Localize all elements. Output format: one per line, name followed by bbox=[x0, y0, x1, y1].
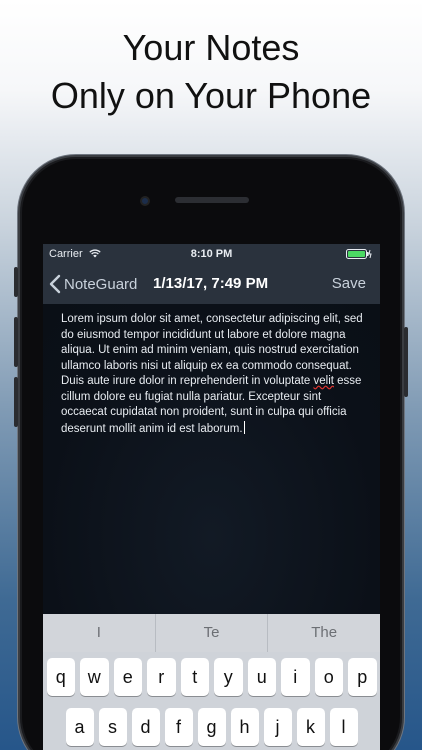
volume-up-button bbox=[14, 317, 18, 367]
earpiece-speaker bbox=[175, 197, 249, 203]
predictive-bar: I Te The bbox=[43, 614, 380, 652]
mute-switch bbox=[14, 267, 18, 297]
chevron-left-icon bbox=[49, 274, 61, 294]
power-button bbox=[404, 327, 408, 397]
key-r[interactable]: r bbox=[147, 658, 176, 696]
note-date-title: 1/13/17, 7:49 PM bbox=[153, 275, 269, 292]
keyboard: I Te The q w e r t y u i o p a s d f g h… bbox=[43, 614, 380, 750]
key-l[interactable]: l bbox=[329, 708, 358, 746]
key-d[interactable]: d bbox=[131, 708, 160, 746]
key-t[interactable]: t bbox=[180, 658, 209, 696]
key-k[interactable]: k bbox=[296, 708, 325, 746]
save-button[interactable]: Save bbox=[332, 275, 366, 292]
suggestion-2[interactable]: Te bbox=[156, 614, 269, 652]
key-e[interactable]: e bbox=[113, 658, 142, 696]
key-j[interactable]: j bbox=[263, 708, 292, 746]
navigation-bar: NoteGuard 1/13/17, 7:49 PM Save bbox=[43, 264, 380, 304]
status-bar: Carrier 8:10 PM bbox=[43, 244, 380, 264]
suggestion-1[interactable]: I bbox=[43, 614, 156, 652]
key-q[interactable]: q bbox=[46, 658, 75, 696]
misspelled-word[interactable]: velit bbox=[314, 375, 334, 387]
back-button-label: NoteGuard bbox=[64, 275, 138, 293]
key-u[interactable]: u bbox=[247, 658, 276, 696]
note-editor[interactable]: Lorem ipsum dolor sit amet, consectetur … bbox=[43, 304, 380, 614]
key-y[interactable]: y bbox=[214, 658, 243, 696]
headline-line-2: Only on Your Phone bbox=[50, 75, 372, 116]
text-cursor bbox=[243, 420, 245, 434]
key-o[interactable]: o bbox=[314, 658, 343, 696]
key-row-1: q w e r t y u i o p bbox=[43, 658, 380, 696]
key-h[interactable]: h bbox=[230, 708, 259, 746]
key-s[interactable]: s bbox=[98, 708, 127, 746]
key-row-2: a s d f g h j k l bbox=[43, 708, 380, 746]
key-f[interactable]: f bbox=[164, 708, 193, 746]
front-camera bbox=[140, 196, 150, 206]
back-button[interactable]: NoteGuard bbox=[49, 273, 137, 295]
status-time: 8:10 PM bbox=[190, 248, 233, 260]
battery-icon bbox=[346, 249, 372, 259]
headline-line-1: Your Notes bbox=[122, 27, 300, 68]
volume-down-button bbox=[14, 377, 18, 427]
key-i[interactable]: i bbox=[281, 658, 310, 696]
key-g[interactable]: g bbox=[197, 708, 226, 746]
key-p[interactable]: p bbox=[348, 658, 377, 696]
phone-screen: Carrier 8:10 PM NoteGuard 1/13/17, 7:49 … bbox=[43, 244, 380, 750]
key-a[interactable]: a bbox=[65, 708, 94, 746]
note-text[interactable]: Lorem ipsum dolor sit amet, consectetur … bbox=[61, 312, 366, 437]
key-w[interactable]: w bbox=[80, 658, 109, 696]
suggestion-3[interactable]: The bbox=[268, 614, 380, 652]
